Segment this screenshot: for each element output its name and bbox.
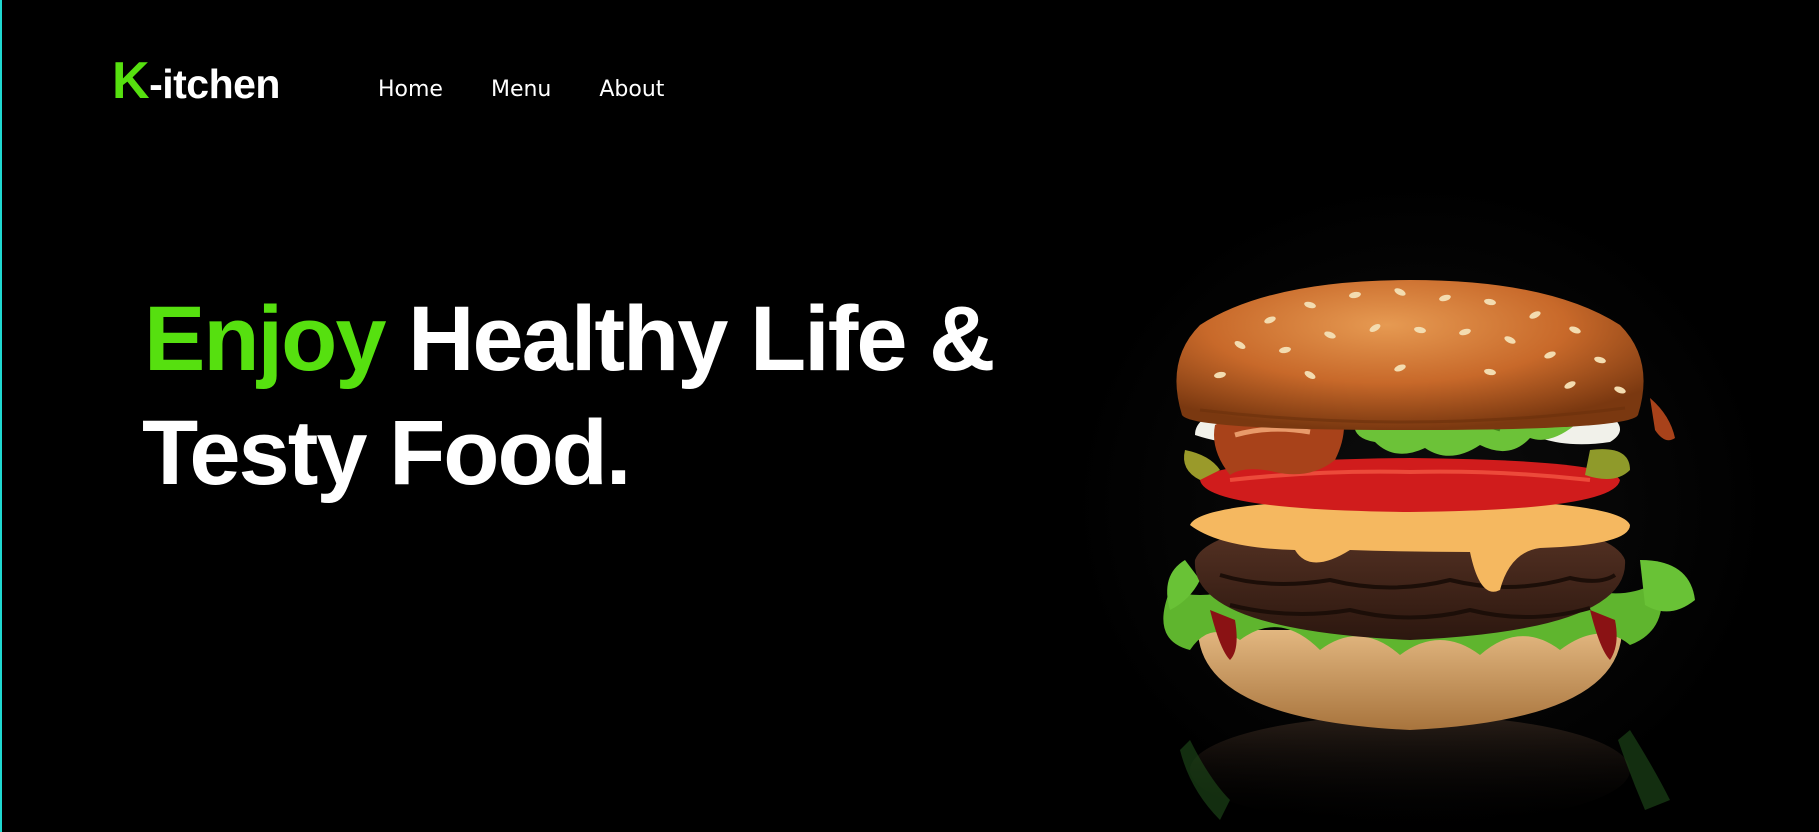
headline-line1: Healthy Life &: [384, 288, 995, 390]
hero-headline: Enjoy Healthy Life & Testy Food.: [142, 282, 996, 510]
window-edge: [0, 0, 2, 832]
burger-image: [1070, 180, 1770, 832]
logo-initial: K: [112, 52, 150, 110]
page: K-itchen Home Menu About Enjoy Healthy L…: [0, 0, 1819, 832]
nav-item-menu[interactable]: Menu: [491, 79, 551, 101]
headline-accent: Enjoy: [144, 288, 386, 390]
headline-line2: Testy Food.: [142, 402, 631, 504]
main-nav: Home Menu About: [378, 79, 664, 101]
site-logo[interactable]: K-itchen: [112, 55, 280, 107]
nav-item-home[interactable]: Home: [378, 79, 443, 101]
logo-text: -itchen: [149, 61, 280, 107]
nav-item-about[interactable]: About: [599, 79, 664, 101]
